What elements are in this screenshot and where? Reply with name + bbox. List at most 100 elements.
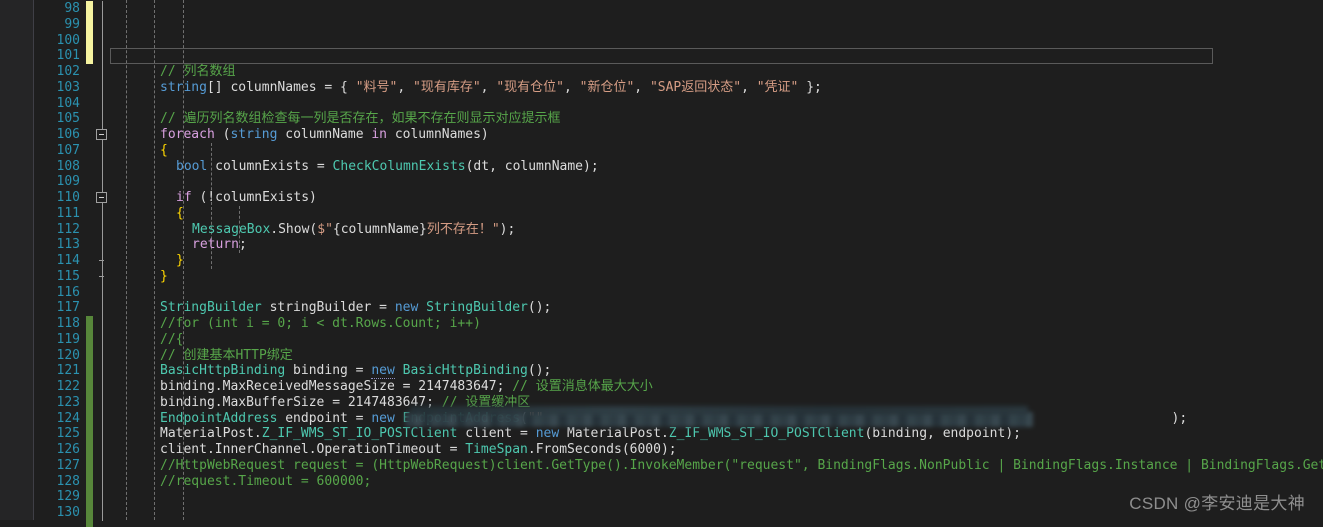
- code-token: .: [214, 394, 223, 410]
- code-line[interactable]: // 列名数组: [110, 64, 1323, 80]
- code-token: ,: [480, 79, 497, 95]
- code-line[interactable]: // 创建基本HTTP绑定: [110, 348, 1323, 364]
- code-token: MessageBox: [192, 221, 271, 237]
- line-number: 130: [56, 505, 80, 520]
- code-line[interactable]: //for (int i = 0; i < dt.Rows.Count; i++…: [110, 316, 1323, 332]
- line-number: 128: [56, 473, 80, 489]
- code-line[interactable]: [110, 96, 1323, 112]
- code-token: in: [371, 127, 387, 142]
- line-number: 99: [64, 16, 80, 32]
- code-token: InnerChannel: [214, 442, 309, 457]
- code-line[interactable]: [110, 1, 1323, 17]
- code-token: 2147483647: [418, 379, 497, 394]
- code-token: };: [798, 79, 822, 95]
- code-token: =: [394, 379, 419, 394]
- code-line[interactable]: foreach (string columnName in columnName…: [110, 127, 1323, 143]
- code-token: string: [160, 79, 207, 95]
- code-token: bool: [176, 158, 208, 174]
- code-token: // 创建基本HTTP绑定: [160, 347, 293, 363]
- code-token: columnName: [277, 127, 372, 142]
- code-token: columnExists =: [207, 158, 333, 174]
- code-token: Z_IF_WMS_ST_IO_POSTClient: [261, 426, 458, 442]
- code-line[interactable]: string[] columnNames = { "料号", "现有库存", "…: [110, 80, 1323, 96]
- code-line[interactable]: client.InnerChannel.OperationTimeout = T…: [110, 442, 1323, 458]
- code-token: string: [230, 127, 278, 142]
- code-token: MaterialPost: [160, 426, 254, 442]
- code-token: EndpointAddress: [160, 410, 278, 426]
- code-token: ;: [238, 237, 247, 253]
- fold-end-tick: [99, 260, 104, 261]
- code-token: =: [441, 442, 466, 457]
- line-number: 109: [56, 174, 80, 190]
- code-token: ();: [527, 363, 552, 379]
- code-line[interactable]: [110, 17, 1323, 33]
- code-line[interactable]: {: [110, 206, 1323, 222]
- code-line[interactable]: //{: [110, 332, 1323, 348]
- code-token: .: [660, 426, 669, 442]
- fold-end-tick: [99, 275, 104, 277]
- code-token: (6000);: [621, 442, 677, 457]
- code-token: .: [253, 426, 262, 442]
- code-token: "凭证": [756, 79, 799, 95]
- code-token: MaterialPost: [567, 426, 661, 442]
- code-line[interactable]: //request.Timeout = 600000;: [110, 474, 1323, 490]
- code-token: ,: [634, 79, 650, 95]
- code-token: (binding, endpoint);: [864, 426, 1021, 442]
- code-line[interactable]: bool columnExists = CheckColumnExists(dt…: [110, 159, 1323, 175]
- code-token: Show: [278, 221, 310, 237]
- code-token: MaxBufferSize: [222, 394, 325, 410]
- code-line[interactable]: }: [110, 269, 1323, 285]
- code-editor[interactable]: 98 99 100 101 102 103 104 105 106 107 108 109 110 111…: [0, 0, 1323, 527]
- code-token: ;: [496, 379, 513, 394]
- code-line[interactable]: // 遍历列名数组检查每一列是否存在，如果不存在则显示对应提示框: [110, 111, 1323, 127]
- line-number: 119: [56, 331, 80, 347]
- code-line[interactable]: [110, 33, 1323, 49]
- line-number: 108: [56, 158, 80, 174]
- line-number: 102: [56, 64, 80, 79]
- line-number: 118: [56, 316, 80, 331]
- code-surface[interactable]: // 列名数组 string[] columnNames = { "料号", "现…: [110, 0, 1323, 520]
- line-number: 112: [56, 221, 80, 237]
- code-token: client =: [457, 426, 536, 442]
- code-line[interactable]: //HttpWebRequest request = (HttpWebReque…: [110, 458, 1323, 474]
- line-number: 124: [56, 410, 80, 426]
- code-token: (dt, columnName);: [465, 158, 599, 174]
- code-line[interactable]: [110, 285, 1323, 301]
- code-token: binding: [160, 379, 215, 394]
- code-token: "料号": [355, 79, 398, 95]
- line-number: 113: [56, 237, 80, 253]
- fold-toggle-icon[interactable]: [96, 192, 107, 203]
- code-token: }: [160, 268, 168, 284]
- code-token: StringBuilder: [160, 300, 262, 316]
- fold-toggle-icon[interactable]: [96, 129, 107, 140]
- code-line[interactable]: {: [110, 143, 1323, 159]
- code-line[interactable]: BasicHttpBinding binding = new BasicHttp…: [110, 363, 1323, 380]
- code-token: BasicHttpBinding: [160, 363, 286, 379]
- code-line[interactable]: StringBuilder stringBuilder = new String…: [110, 300, 1323, 316]
- line-number: 122: [56, 379, 80, 394]
- code-line[interactable]: if (!columnExists): [110, 190, 1323, 206]
- code-line[interactable]: return;: [110, 237, 1323, 253]
- line-number: 125: [56, 426, 80, 442]
- line-number: 123: [56, 394, 80, 410]
- code-token: new: [371, 363, 395, 380]
- code-line[interactable]: binding.MaxReceivedMessageSize = 2147483…: [110, 379, 1323, 395]
- code-token: "SAP返回状态": [649, 79, 742, 95]
- code-line[interactable]: [110, 48, 1323, 64]
- line-number: 98: [64, 1, 80, 16]
- endpoint-url-blur-top: [410, 405, 1028, 415]
- code-line[interactable]: MessageBox.Show($"{columnName}列不存在！");: [110, 222, 1323, 238]
- code-line[interactable]: [110, 174, 1323, 190]
- code-token: // 设置消息体最大大小: [512, 379, 653, 394]
- line-number-column: 98 99 100 101 102 103 104 105 106 107 108 109 110 111…: [34, 1, 84, 521]
- code-line-list[interactable]: // 列名数组 string[] columnNames = { "料号", "现…: [110, 1, 1323, 521]
- watermark: CSDN @李安迪是大神: [1129, 494, 1305, 513]
- code-line[interactable]: }: [110, 253, 1323, 269]
- code-token: //{: [160, 331, 184, 347]
- code-token: = {: [316, 79, 356, 95]
- code-token: return: [192, 237, 239, 253]
- code-line[interactable]: MaterialPost.Z_IF_WMS_ST_IO_POSTClient c…: [110, 426, 1323, 442]
- line-number: 126: [56, 442, 80, 457]
- code-token: =: [324, 394, 348, 410]
